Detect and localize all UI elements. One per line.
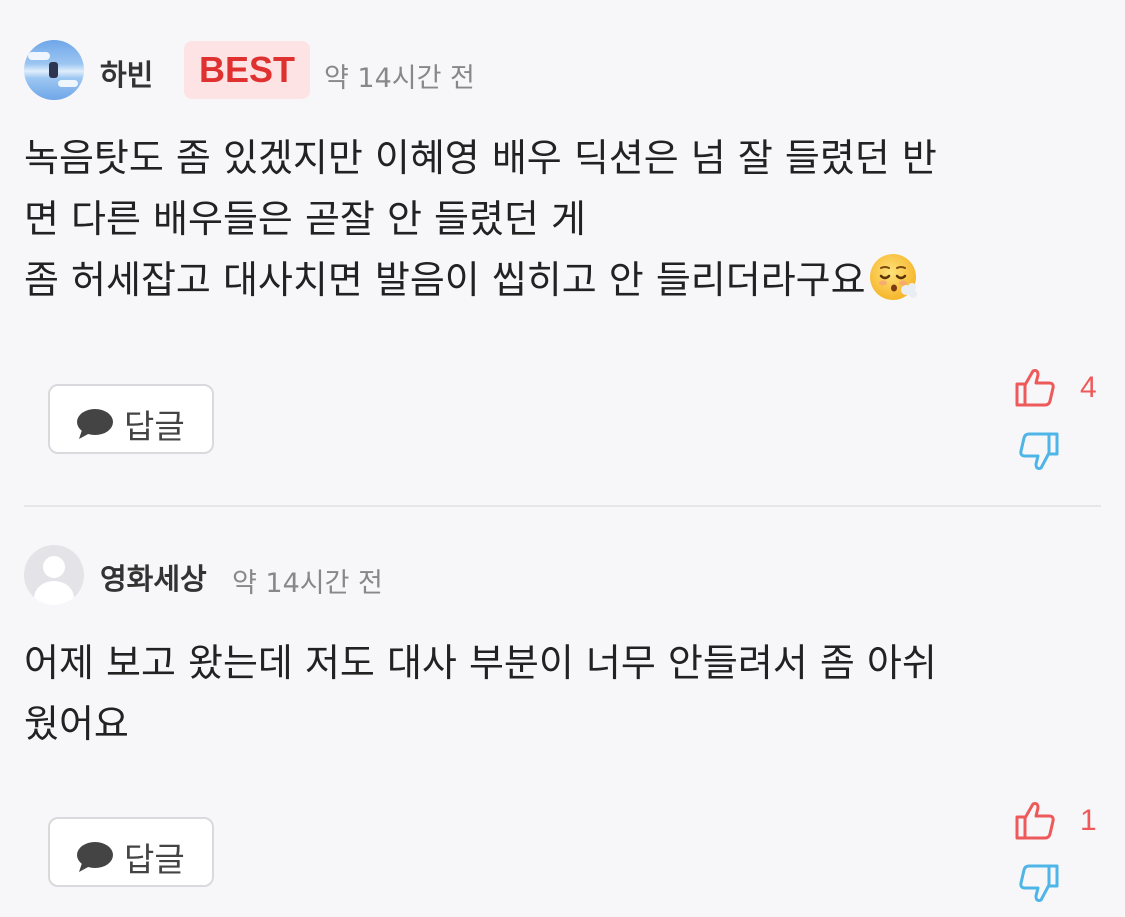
comment-time: 약 14시간 전: [232, 568, 383, 599]
thumbs-up-icon[interactable]: [1013, 365, 1057, 409]
comment-time: 약 14시간 전: [324, 63, 475, 94]
comment-body: 녹음탓도 좀 있겠지만 이혜영 배우 딕션은 넘 잘 들렸던 반 면 다른 배우…: [24, 136, 937, 302]
comment-item: 영화세상 약 14시간 전 어제 보고 왔는데 저도 대사 부분이 너무 안들려…: [0, 507, 1125, 917]
reply-button[interactable]: 답글: [48, 384, 214, 454]
author-name[interactable]: 영화세상: [100, 556, 207, 598]
avatar[interactable]: [24, 545, 84, 605]
avatar-body: [34, 581, 74, 605]
avatar[interactable]: [24, 40, 84, 100]
comment-text: 어제 보고 왔는데 저도 대사 부분이 너무 안들려서 좀 아쉬 웠어요: [24, 641, 937, 746]
thumbs-down-icon[interactable]: [1017, 430, 1061, 474]
reply-label: 답글: [124, 840, 185, 879]
speech-bubble-icon: [76, 841, 114, 877]
thumbs-up-icon[interactable]: [1013, 798, 1057, 842]
thumbs-down-icon[interactable]: [1017, 862, 1061, 906]
avatar-figure: [49, 62, 58, 78]
like-count: 4: [1080, 371, 1097, 404]
best-badge: BEST: [184, 41, 310, 99]
author-name[interactable]: 하빈: [100, 52, 153, 94]
avatar-cloud: [28, 52, 50, 60]
avatar-cloud: [58, 80, 78, 87]
reply-button[interactable]: 답글: [48, 817, 214, 887]
exhaling-face-icon: [868, 251, 920, 303]
like-count: 1: [1080, 804, 1097, 837]
reply-label: 답글: [124, 407, 185, 446]
comment-item: 하빈 BEST 약 14시간 전 녹음탓도 좀 있겠지만 이혜영 배우 딕션은 …: [0, 0, 1125, 505]
comment-text: 녹음탓도 좀 있겠지만 이혜영 배우 딕션은 넘 잘 들렸던 반 면 다른 배우…: [24, 128, 1104, 311]
avatar-head: [43, 556, 65, 578]
speech-bubble-icon: [76, 408, 114, 444]
